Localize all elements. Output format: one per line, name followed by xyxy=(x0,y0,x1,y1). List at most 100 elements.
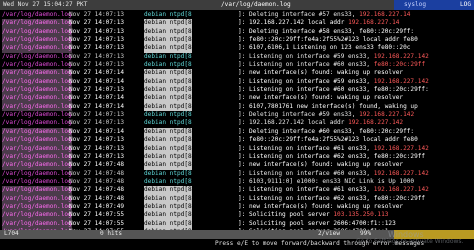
log-host: debian ntpd[8 xyxy=(144,136,192,145)
log-file: /var/log/daemon.log xyxy=(2,177,72,185)
log-file: /var/log/daemon.log xyxy=(2,152,72,162)
log-row[interactable]: /var/log/daemon.log Nov 27 14:07:14 debian… xyxy=(2,127,474,137)
log-host: debian ntpd[8 xyxy=(144,152,192,162)
log-file: /var/log/daemon.log xyxy=(2,19,72,28)
log-message: ]: Listening on interface #62 ens33, fe8… xyxy=(238,195,425,203)
log-date: Nov 27 14:07:13 xyxy=(69,52,125,60)
log-message: ]: Deleting interface #59 ens33, 192.168… xyxy=(238,111,414,119)
log-row[interactable]: /var/log/daemon.log Nov 27 14:07:14 debian… xyxy=(2,94,474,103)
log-row[interactable]: /var/log/daemon.log Nov 27 14:07:13 debian… xyxy=(2,61,474,69)
log-host: debian ntpd[8 xyxy=(144,211,192,220)
log-date: Nov 27 14:07:14 xyxy=(69,127,125,135)
log-date: Nov 27 14:07:13 xyxy=(69,27,125,35)
log-message-text: ]: Deleting interface #57 ens33, xyxy=(238,11,360,18)
log-date: Nov 27 14:07:13 xyxy=(69,144,125,152)
log-row[interactable]: /var/log/daemon.log Nov 27 14:07:13 debian… xyxy=(2,144,474,153)
log-row[interactable]: /var/log/daemon.log Nov 27 14:07:48 debian… xyxy=(2,161,474,170)
log-file: /var/log/daemon.log xyxy=(2,102,72,112)
log-message: ]: 192.168.227.142 local addr 192.168.22… xyxy=(238,19,399,27)
log-message: ]: Deleting interface #58 ens33, fe80::2… xyxy=(238,28,414,36)
log-row[interactable]: /var/log/daemon.log Nov 27 14:07:13 debian… xyxy=(2,19,474,28)
log-row[interactable]: /var/log/daemon.log Nov 27 14:07:13 debian… xyxy=(2,53,474,61)
log-date: Nov 27 14:07:55 xyxy=(69,219,125,227)
log-message: ]: Listening on interface #59 ens33, 192… xyxy=(238,78,429,86)
log-date: Nov 27 14:07:13 xyxy=(69,119,125,127)
log-message: ]: 192.168.227.142 local addr 192.168.22… xyxy=(238,119,403,127)
log-date: Nov 27 14:07:13 xyxy=(69,136,125,144)
log-host: debian ntpd[8 xyxy=(144,77,192,87)
log-message-text: ]: Soliciting pool server xyxy=(238,211,334,219)
log-host: debian ntpd[8 xyxy=(144,44,192,53)
log-host: debian ntpd[8 xyxy=(144,186,192,195)
log-row[interactable]: /var/log/daemon.log Nov 27 14:07:48 debian… xyxy=(2,178,474,186)
log-message: ]: Listening on interface #61 ens33, 192… xyxy=(238,145,429,153)
log-file: /var/log/daemon.log xyxy=(2,219,72,228)
log-row[interactable]: /var/log/daemon.log Nov 27 14:07:13 debian… xyxy=(2,119,474,127)
line-indicator: L704 xyxy=(4,230,19,237)
log-date: Nov 27 14:07:13 xyxy=(69,44,125,52)
log-message: ]: new interface(s) found: waking up res… xyxy=(238,203,403,211)
log-file: /var/log/daemon.log xyxy=(2,194,72,203)
log-row[interactable]: /var/log/daemon.log Nov 27 14:07:13 debian… xyxy=(2,11,474,19)
log-date: Nov 27 14:07:14 xyxy=(69,69,125,77)
log-host: debian ntpd[8 xyxy=(144,61,192,69)
log-host: debian ntpd[8 xyxy=(144,36,192,45)
log-host: debian ntpd[8 xyxy=(144,119,192,127)
log-date: Nov 27 14:07:14 xyxy=(69,102,125,110)
log-message-text: ]: Deleting interface #58 ens33, fe80::2… xyxy=(238,27,415,35)
log-row[interactable]: /var/log/daemon.log Nov 27 14:07:13 debian… xyxy=(2,152,474,162)
log-message: ]: 6103,9111:0] e1000: ens33 NIC Link is… xyxy=(238,178,414,186)
log-message-text: ]: Listening on interface #61 ens33, xyxy=(238,186,374,194)
log-lines[interactable]: /var/log/daemon.log Nov 27 14:07:13 debian… xyxy=(2,11,474,237)
log-message: ]: Deleting interface #60 ens33, fe80::2… xyxy=(238,128,414,136)
ip-address: 192.168.227.142 xyxy=(348,119,404,127)
log-row[interactable]: /var/log/daemon.log Nov 27 14:07:14 debian… xyxy=(2,69,474,78)
log-row[interactable]: /var/log/daemon.log Nov 27 14:07:48 debian… xyxy=(2,194,474,203)
log-host: debian ntpd[8 xyxy=(144,11,192,18)
log-host: debian ntpd[8 xyxy=(144,219,192,228)
log-row[interactable]: /var/log/daemon.log Nov 27 14:07:14 debian… xyxy=(2,102,474,112)
log-date: Nov 27 14:07:13 xyxy=(69,86,125,94)
log-host: debian ntpd[8 xyxy=(144,111,192,119)
log-file: /var/log/daemon.log xyxy=(2,61,72,69)
log-message: ]: Listening on interface #59 ens33, 192… xyxy=(238,53,429,61)
log-message-text: ]: 6103,9111:0] e1000: ens33 NIC Link is… xyxy=(238,177,415,185)
log-date: Nov 27 14:07:13 xyxy=(69,152,125,160)
log-message: ]: fe80::20c:29ff:fe4a:2f55%2#123 local … xyxy=(238,136,418,144)
log-file: /var/log/daemon.log xyxy=(2,52,72,60)
log-host: debian ntpd[8 xyxy=(144,102,192,112)
ip-address: 103.135.250.113 xyxy=(333,211,389,219)
ip-address: 192.168.227.142 xyxy=(373,186,429,194)
log-row[interactable]: /var/log/daemon.log Nov 27 14:07:13 debian… xyxy=(2,36,474,45)
log-file: /var/log/daemon.log xyxy=(2,161,72,170)
log-message: ]: fe80::20c:29ff:fe4a:2f55%2#123 local … xyxy=(238,36,418,44)
log-date: Nov 27 14:07:48 xyxy=(69,177,125,185)
log-row[interactable]: /var/log/daemon.log Nov 27 14:07:13 debian… xyxy=(2,44,474,53)
log-row[interactable]: /var/log/daemon.log Nov 27 14:07:14 debian… xyxy=(2,77,474,87)
log-row[interactable]: /var/log/daemon.log Nov 27 14:07:13 debian… xyxy=(2,86,474,95)
log-file: /var/log/daemon.log xyxy=(2,36,72,45)
log-message: ]: Listening on interface #60 ens33, fe8… xyxy=(238,61,425,69)
status-left: L704 0 hits 2/view 99% xyxy=(0,230,394,239)
log-message-text: ]: Listening on interface #62 ens33, fe8… xyxy=(238,152,426,160)
log-row[interactable]: /var/log/daemon.log Nov 27 14:07:13 debian… xyxy=(2,136,474,145)
log-message: ]: new interface(s) found: waking up res… xyxy=(238,161,403,169)
log-row[interactable]: /var/log/daemon.log Nov 27 14:07:13 debian… xyxy=(2,111,474,119)
log-message: ]: Listening on interface #60 ens33, fe8… xyxy=(238,86,429,94)
log-row[interactable]: /var/log/daemon.logNov 27 14:07:55 debian… xyxy=(2,211,474,220)
log-row[interactable]: /var/log/daemon.log Nov 27 14:07:13 debian… xyxy=(2,27,474,37)
log-row[interactable]: /var/log/daemon.log Nov 27 14:07:49 debian… xyxy=(2,202,474,212)
log-row[interactable]: /var/log/daemon.log Nov 27 14:07:48 debian… xyxy=(2,186,474,195)
log-file: /var/log/daemon.log xyxy=(2,144,72,153)
view-indicator: 2/view xyxy=(318,230,341,237)
log-date: Nov 27 14:07:48 xyxy=(69,169,125,177)
log-host: debian ntpd[8 xyxy=(144,177,192,185)
ip-address: 192.168.227.14 xyxy=(359,11,411,18)
log-row[interactable]: /var/log/daemon.logNov 27 14:07:55 debian… xyxy=(2,219,474,228)
log-row[interactable]: /var/log/daemon.log Nov 27 14:07:48 debian… xyxy=(2,170,474,178)
log-date: Nov 27 14:07:48 xyxy=(69,186,125,194)
log-file: /var/log/daemon.log xyxy=(2,186,72,195)
log-host: debian ntpd[8 xyxy=(144,94,192,103)
top-bar-right: syslog LOG xyxy=(394,0,474,10)
log-message-text: ]: new interface(s) found: waking up res… xyxy=(238,69,404,77)
